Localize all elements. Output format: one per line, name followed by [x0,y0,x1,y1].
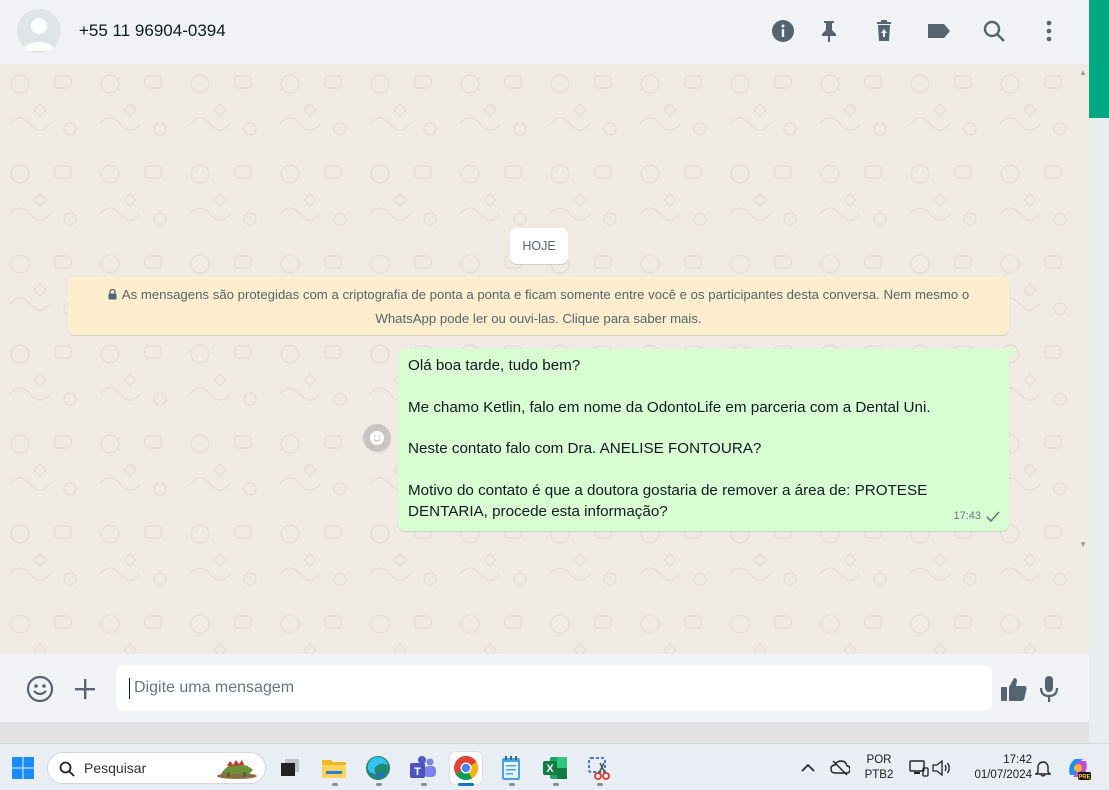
running-indicator [509,783,515,786]
snipping-tool-icon[interactable] [583,752,615,784]
teams-icon[interactable]: T [407,752,439,784]
taskbar: Pesquisar T X POR PTB2 17:42 01/07/2024 … [0,743,1109,790]
encryption-notice-text: As mensagens são protegidas com a cripto… [121,287,970,326]
search-icon [59,761,75,777]
default-avatar-icon [23,18,55,51]
scroll-up-arrow-icon[interactable]: ▲ [1079,68,1087,77]
language-code: POR [866,754,892,766]
scroll-down-arrow-icon[interactable]: ▼ [1079,540,1087,549]
message-composer [0,654,1089,722]
clock[interactable]: 17:42 01/07/2024 [960,753,1032,783]
bubble-tail [1009,349,1017,359]
message-line: Neste contato falo com Dra. ANELISE FONT… [408,440,762,458]
message-input[interactable] [116,665,992,711]
lock-icon [108,284,117,307]
menu-icon[interactable] [1036,18,1062,44]
outgoing-message[interactable]: Olá boa tarde, tudo bem? Me chamo Ketlin… [398,349,1009,531]
react-emoji-icon[interactable] [363,424,391,452]
svg-text:X: X [546,763,554,775]
volume-icon[interactable] [925,752,957,784]
message-line: Me chamo Ketlin, falo em nome da OdontoL… [408,398,931,416]
active-indicator [458,783,474,786]
search-highlight-dinosaur-icon [217,760,257,779]
message-line: Olá boa tarde, tudo bem? [408,357,581,374]
contact-name[interactable]: +55 11 96904-0394 [79,21,226,41]
microphone-icon[interactable] [1034,674,1064,704]
notepad-icon[interactable] [495,752,527,784]
thumbs-up-icon[interactable] [999,674,1029,704]
notifications-bell-icon[interactable] [1027,752,1059,784]
chrome-icon[interactable] [450,752,482,784]
emoji-icon[interactable] [25,674,55,704]
label-icon[interactable] [926,18,952,44]
file-explorer-icon[interactable] [318,752,350,784]
task-view-icon[interactable] [274,752,306,784]
running-indicator [376,783,382,786]
date-separator: HOJE [510,228,568,264]
message-meta: 17:43 [953,506,1000,527]
running-indicator [597,783,603,786]
running-indicator [553,783,559,786]
onedrive-offline-icon[interactable] [824,752,856,784]
window-accent-strip [1089,0,1109,118]
edge-icon[interactable] [362,752,394,784]
keyboard-layout: PTB2 [864,769,894,781]
chat-area[interactable]: ▲ ▼ HOJE As mensagens são protegidas com… [0,64,1089,654]
taskbar-search[interactable]: Pesquisar [47,752,266,784]
scrollbar[interactable] [1089,118,1109,743]
copilot-icon[interactable]: PRE [1062,752,1094,784]
delete-icon[interactable] [871,18,897,44]
avatar[interactable] [17,9,61,53]
input-language-indicator[interactable]: POR PTB2 [862,753,896,783]
message-line: Motivo do contato é que a doutora gostar… [408,481,928,520]
running-indicator [421,783,427,786]
taskbar-search-label: Pesquisar [84,760,147,776]
info-icon[interactable] [770,18,796,44]
text-caret [129,678,130,699]
clock-time: 17:42 [1003,754,1032,766]
chat-header: +55 11 96904-0394 [0,0,1089,64]
single-check-icon [986,511,1000,523]
attach-plus-icon[interactable] [70,674,100,704]
clock-date: 01/07/2024 [974,769,1032,781]
encryption-notice[interactable]: As mensagens são protegidas com a cripto… [68,277,1009,335]
search-icon[interactable] [981,18,1007,44]
start-icon[interactable] [7,752,39,784]
excel-icon[interactable]: X [539,752,571,784]
pin-icon[interactable] [816,18,842,44]
svg-text:PRE: PRE [1078,775,1090,781]
svg-text:T: T [414,766,421,778]
show-hidden-icons-chevron-icon[interactable] [792,752,824,784]
message-time: 17:43 [953,510,981,523]
running-indicator [332,783,338,786]
window-bottom-edge [0,722,1089,743]
